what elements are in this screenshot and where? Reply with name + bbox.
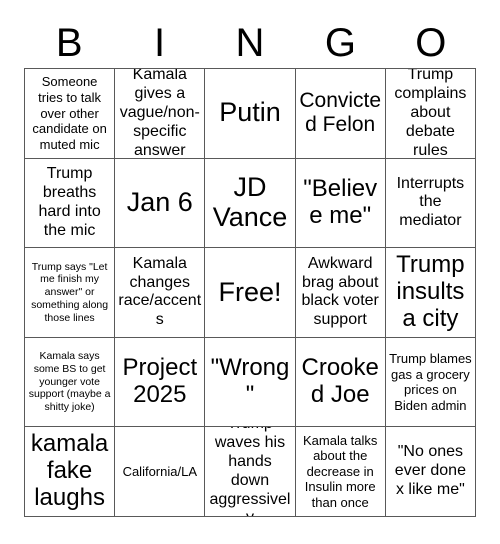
bingo-cell-label: California/LA [122, 463, 197, 479]
bingo-cell[interactable]: Kamala gives a vague/non-specific answer [115, 69, 206, 159]
bingo-cell-free-space[interactable]: Free! [205, 248, 296, 338]
bingo-cell-label: Project 2025 [122, 354, 198, 409]
bingo-cell-label: Convicted Felon [299, 89, 382, 137]
bingo-grid: Someone tries to talk over other candida… [24, 68, 476, 517]
bingo-cell-label: "No ones ever done x like me" [394, 443, 466, 499]
bingo-cell[interactable]: Interrupts the mediator [385, 158, 476, 249]
bingo-cell-label: Kamala says some BS to get younger vote … [28, 350, 111, 414]
header-letter-o: O [415, 21, 447, 65]
bingo-cell[interactable]: Someone tries to talk over other candida… [25, 69, 116, 159]
bingo-cell-label: Jan 6 [126, 187, 193, 218]
bingo-cell-label: Crooked Joe [301, 354, 379, 409]
bingo-cell-label: Interrupts the mediator [396, 174, 465, 230]
bingo-cell[interactable]: California/LA [115, 427, 206, 517]
bingo-cell-label: Kamala gives a vague/non-specific answer [119, 69, 200, 159]
bingo-cell[interactable]: kamala fake laughs [25, 427, 116, 517]
bingo-cell[interactable]: Kamala talks about the decrease in Insul… [295, 427, 386, 517]
header-letter-g: G [324, 21, 356, 65]
bingo-cell-label: Free! [218, 276, 282, 307]
bingo-cell-label: "Wrong" [210, 354, 290, 409]
bingo-cell[interactable]: Awkward brag about black voter support [295, 248, 386, 338]
bingo-cell-label: Trump insults a city [396, 251, 465, 332]
bingo-cell[interactable]: "No ones ever done x like me" [385, 427, 476, 517]
bingo-cell[interactable]: Trump insults a city [385, 248, 476, 338]
bingo-cell-label: "Believe me" [303, 175, 378, 229]
header-letter-i: I [154, 21, 166, 65]
bingo-cell[interactable]: Trump blames gas a grocery prices on Bid… [385, 337, 476, 428]
bingo-cell-label: Someone tries to talk over other candida… [32, 74, 107, 152]
bingo-header: B I N G O [24, 0, 476, 66]
bingo-cell-label: Trump waves his hands down aggressively [209, 427, 291, 516]
bingo-cell-label: Trump says "Let me finish my answer" or … [31, 260, 109, 324]
bingo-cell-label: Trump breaths hard into the mic [38, 165, 101, 239]
bingo-cell-label: Trump complains about debate rules [394, 69, 467, 159]
bingo-cell[interactable]: Putin [205, 69, 296, 159]
bingo-cell-label: Kamala talks about the decrease in Insul… [302, 432, 378, 511]
bingo-cell[interactable]: "Believe me" [295, 158, 386, 249]
bingo-cell[interactable]: Kamala says some BS to get younger vote … [25, 337, 116, 428]
header-letter-b: B [55, 21, 83, 65]
bingo-cell[interactable]: Trump says "Let me finish my answer" or … [25, 248, 116, 338]
bingo-cell-label: Awkward brag about black voter support [301, 254, 379, 329]
bingo-cell[interactable]: "Wrong" [205, 337, 296, 428]
bingo-cell-label: JD Vance [212, 172, 288, 232]
bingo-cell[interactable]: Jan 6 [115, 158, 206, 249]
bingo-cell-label: Putin [219, 97, 281, 128]
bingo-cell[interactable]: Project 2025 [115, 337, 206, 428]
bingo-card: B I N G O Someone tries to talk over oth… [0, 0, 500, 544]
bingo-cell[interactable]: JD Vance [205, 158, 296, 249]
bingo-cell[interactable]: Kamala changes race/accents [115, 248, 206, 338]
bingo-cell-label: kamala fake laughs [30, 430, 109, 512]
bingo-cell[interactable]: Trump waves his hands down aggressively [205, 427, 296, 517]
bingo-cell[interactable]: Crooked Joe [295, 337, 386, 428]
bingo-cell-label: Trump blames gas a grocery prices on Bid… [389, 350, 472, 413]
bingo-cell[interactable]: Trump complains about debate rules [385, 69, 476, 159]
header-letter-n: N [235, 21, 265, 65]
bingo-cell[interactable]: Convicted Felon [295, 69, 386, 159]
bingo-cell[interactable]: Trump breaths hard into the mic [25, 158, 116, 249]
bingo-cell-label: Kamala changes race/accents [118, 254, 202, 329]
